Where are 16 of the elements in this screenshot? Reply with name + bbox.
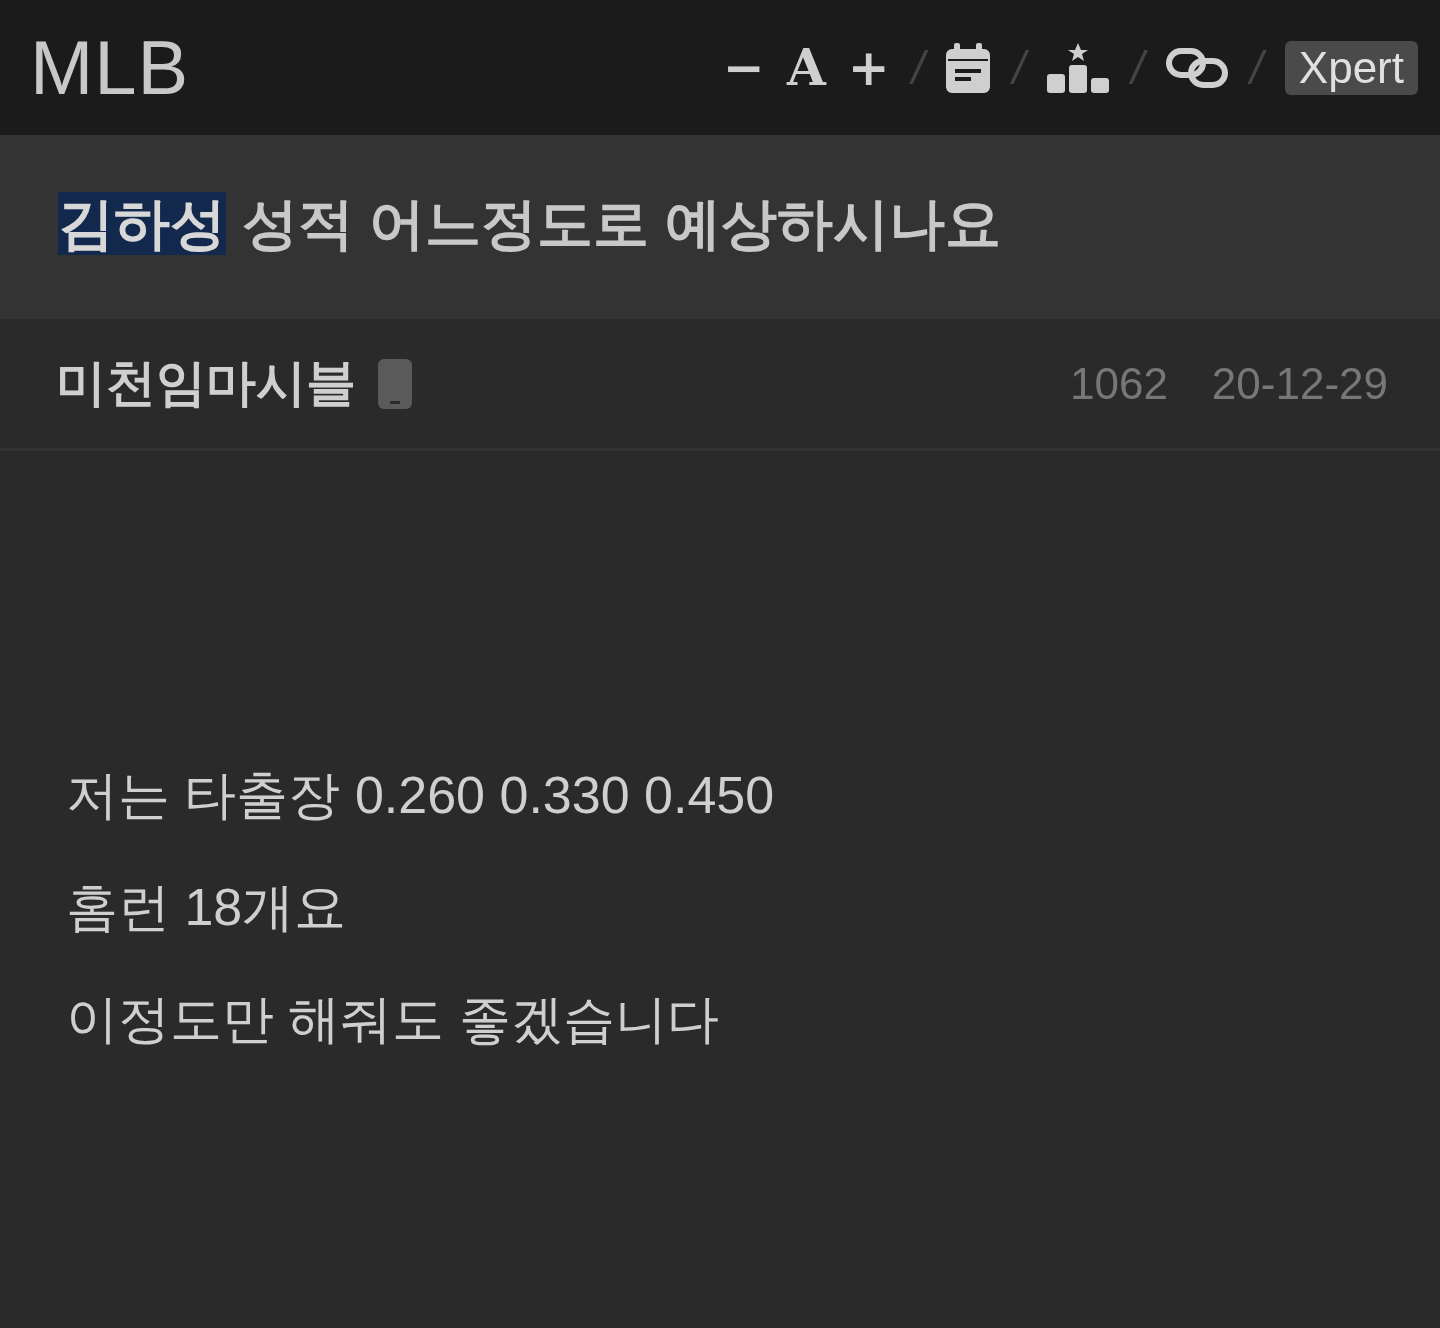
- post-text-line: 저는 타출장 0.260 0.330 0.450: [66, 765, 776, 826]
- post-text-line: 이정도만 해줘도 좋겠습니다: [66, 989, 720, 1050]
- font-size-button[interactable]: A: [787, 38, 826, 97]
- font-size-button[interactable]: +: [847, 38, 890, 97]
- calendar-icon[interactable]: [946, 42, 991, 93]
- podium-icon[interactable]: [1047, 42, 1110, 93]
- xpert-button[interactable]: Xpert: [1284, 40, 1418, 95]
- site-logo[interactable]: MLB: [30, 24, 724, 111]
- author-name[interactable]: 미천임마시블: [56, 350, 356, 417]
- post-date: 20-12-29: [1211, 358, 1388, 409]
- link-icon[interactable]: [1166, 47, 1229, 88]
- font-size-button[interactable]: −: [723, 38, 765, 97]
- view-count: 1062: [1069, 358, 1168, 409]
- mobile-phone-icon: [378, 358, 412, 409]
- post-title: 김하성 성적 어느정도로 예상하시나요: [58, 191, 1002, 257]
- post-text-line: 홈런 18개요: [66, 877, 348, 938]
